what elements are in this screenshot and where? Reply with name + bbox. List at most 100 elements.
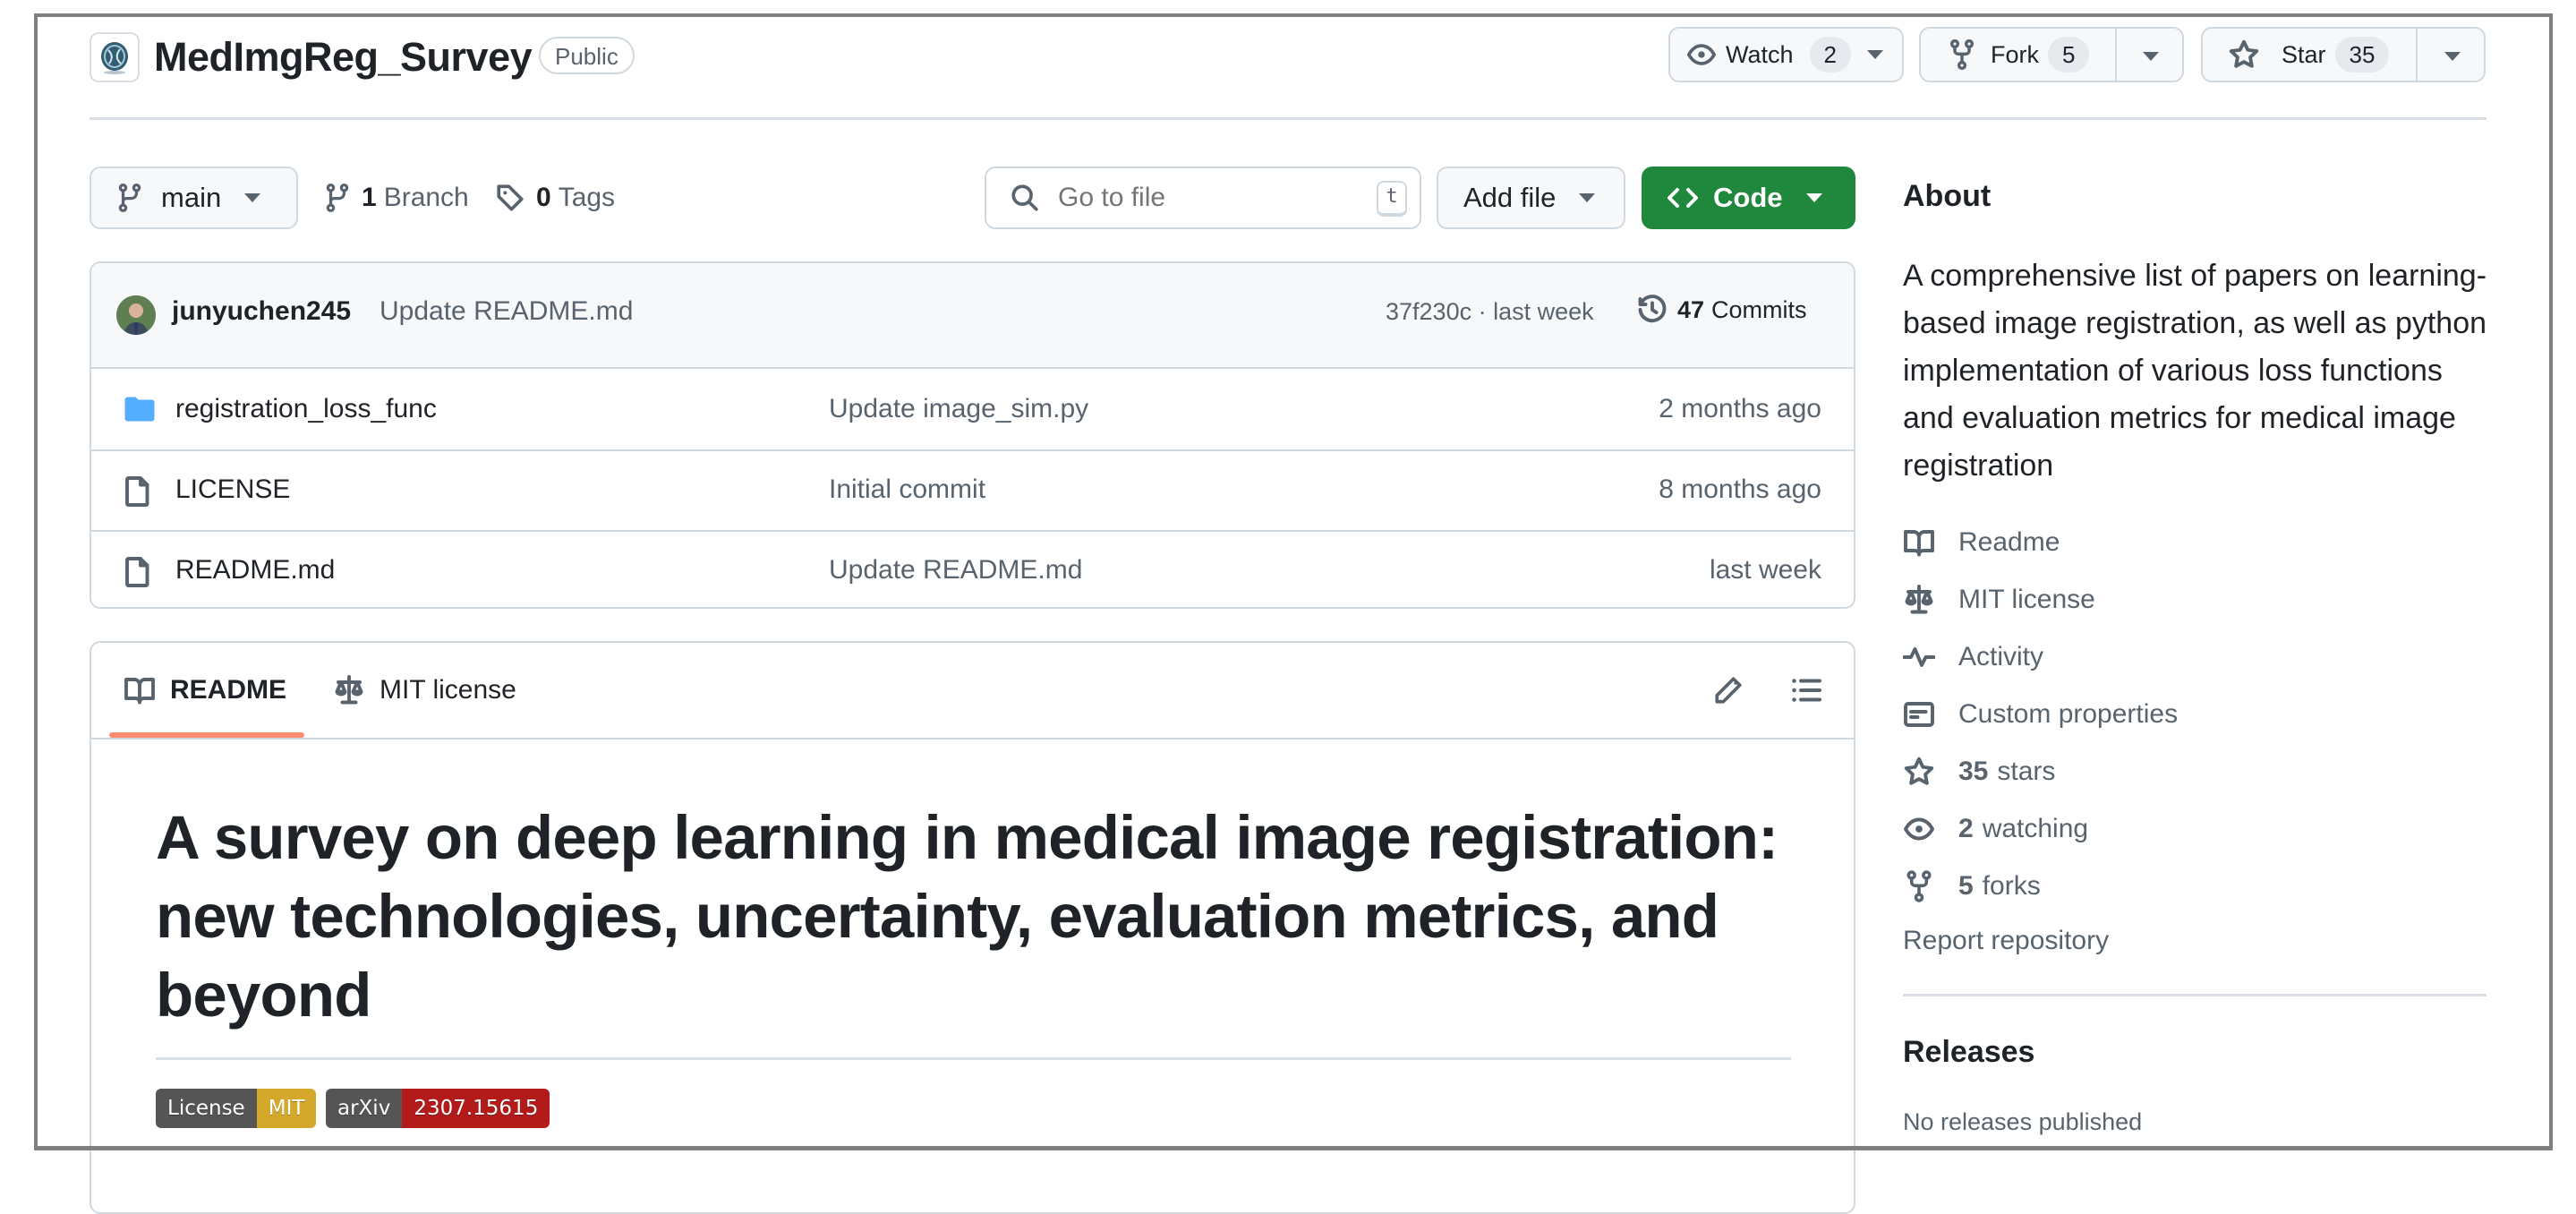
tab-readme-label: README bbox=[170, 675, 287, 705]
readme-panel: README MIT license A survey on deep lear… bbox=[90, 641, 1855, 1214]
file-row[interactable]: registration_loss_func Update image_sim.… bbox=[91, 369, 1854, 451]
sidebar-link-label: Activity bbox=[1958, 642, 2044, 671]
star-icon bbox=[2229, 39, 2259, 68]
badge-left-text: License bbox=[156, 1089, 257, 1128]
fork-icon bbox=[1949, 38, 1975, 71]
tab-mit-license[interactable]: MIT license bbox=[333, 643, 516, 738]
sidebar-divider bbox=[1903, 994, 2486, 996]
tab-license-label: MIT license bbox=[380, 675, 516, 705]
stars-count: 35 bbox=[1958, 757, 1989, 786]
file-commit-message[interactable]: Update README.md bbox=[829, 530, 1082, 607]
file-commit-message[interactable]: Update image_sim.py bbox=[829, 369, 1088, 449]
sidebar-link-custom-properties[interactable]: Custom properties bbox=[1903, 693, 2178, 736]
edit-pencil-icon[interactable] bbox=[1713, 675, 1744, 705]
sidebar-link-label: Readme bbox=[1958, 527, 2060, 557]
star-button[interactable]: Star 35 bbox=[2201, 27, 2486, 82]
keyboard-shortcut-hint: t bbox=[1377, 181, 1407, 217]
branches-label: Branch bbox=[383, 183, 469, 212]
folder-icon bbox=[124, 397, 155, 422]
law-icon bbox=[1905, 585, 1933, 614]
git-branch-icon bbox=[118, 184, 141, 212]
heading-divider bbox=[156, 1057, 1791, 1060]
fork-label: Fork bbox=[1991, 40, 2039, 68]
file-row[interactable]: README.md Update README.md last week bbox=[91, 530, 1854, 607]
header-divider bbox=[90, 117, 2486, 120]
file-age: last week bbox=[1709, 555, 1821, 585]
forks-count: 5 bbox=[1958, 871, 1974, 901]
sidebar-link-forks[interactable]: 5 forks bbox=[1903, 865, 2041, 908]
add-file-label: Add file bbox=[1463, 182, 1557, 213]
repo-owner-avatar[interactable] bbox=[90, 32, 140, 82]
commit-message[interactable]: Update README.md bbox=[380, 296, 633, 327]
go-to-file-search[interactable]: t bbox=[985, 167, 1421, 229]
commits-history-link[interactable]: 47 Commits bbox=[1636, 294, 1807, 326]
eye-icon bbox=[1904, 817, 1934, 841]
watchers-count: 2 bbox=[1958, 814, 1974, 843]
fork-button[interactable]: Fork 5 bbox=[1919, 27, 2184, 82]
author-avatar[interactable] bbox=[116, 295, 156, 335]
pulse-icon bbox=[1903, 647, 1935, 667]
outline-list-icon[interactable] bbox=[1790, 675, 1822, 705]
sidebar-link-readme[interactable]: Readme bbox=[1903, 521, 2060, 564]
about-heading: About bbox=[1903, 179, 1992, 213]
watch-label: Watch bbox=[1726, 40, 1794, 68]
tags-link[interactable]: 0 Tags bbox=[495, 175, 615, 220]
star-count: 35 bbox=[2334, 37, 2390, 73]
tags-label: Tags bbox=[558, 183, 616, 212]
branch-select-button[interactable]: main bbox=[90, 167, 298, 229]
badge-right-text: MIT bbox=[256, 1089, 317, 1128]
file-name[interactable]: README.md bbox=[175, 530, 335, 607]
releases-heading[interactable]: Releases bbox=[1903, 1035, 2034, 1070]
tab-readme[interactable]: README bbox=[124, 643, 286, 738]
commits-count: 47 bbox=[1677, 295, 1705, 323]
sidebar-link-license[interactable]: MIT license bbox=[1903, 578, 2095, 621]
visibility-badge: Public bbox=[539, 37, 635, 74]
go-to-file-input[interactable] bbox=[1056, 182, 1364, 214]
tags-count: 0 bbox=[536, 183, 551, 212]
sidebar-link-watchers[interactable]: 2 watching bbox=[1903, 808, 2088, 851]
branches-link[interactable]: 1 Branch bbox=[324, 175, 469, 220]
file-commit-message[interactable]: Initial commit bbox=[829, 449, 985, 530]
arxiv-badge[interactable]: arXiv 2307.15615 bbox=[326, 1089, 550, 1128]
add-file-button[interactable]: Add file bbox=[1437, 167, 1625, 229]
watch-button[interactable]: Watch 2 bbox=[1668, 27, 1904, 82]
star-label: Star bbox=[2282, 40, 2326, 68]
chevron-down-icon bbox=[1579, 193, 1596, 202]
search-icon bbox=[1011, 184, 1038, 211]
sidebar-link-label: watching bbox=[1982, 814, 2089, 843]
fork-count: 5 bbox=[2048, 37, 2090, 73]
file-name[interactable]: LICENSE bbox=[175, 449, 290, 530]
file-row[interactable]: LICENSE Initial commit 8 months ago bbox=[91, 449, 1854, 532]
sidebar-link-label: MIT license bbox=[1958, 585, 2095, 614]
star-dropdown-chevron-icon[interactable] bbox=[2444, 52, 2461, 61]
book-icon bbox=[1904, 530, 1934, 557]
fork-dropdown-chevron-icon[interactable] bbox=[2143, 52, 2159, 61]
file-name[interactable]: registration_loss_func bbox=[175, 369, 437, 449]
note-icon bbox=[1904, 702, 1934, 727]
watch-count: 2 bbox=[1809, 37, 1851, 73]
file-age: 8 months ago bbox=[1659, 474, 1821, 504]
commit-hash-time[interactable]: 37f230c · last week bbox=[1386, 298, 1594, 326]
sidebar-link-stars[interactable]: 35 stars bbox=[1903, 750, 2055, 793]
readme-heading: A survey on deep learning in medical ima… bbox=[156, 803, 1778, 1030]
history-icon bbox=[1638, 295, 1667, 323]
file-icon bbox=[125, 557, 149, 587]
license-badge[interactable]: License MIT bbox=[156, 1089, 317, 1128]
repo-description: A comprehensive list of papers on learni… bbox=[1903, 259, 2487, 483]
fork-icon bbox=[1906, 870, 1932, 902]
commit-author[interactable]: junyuchen245 bbox=[172, 296, 351, 327]
sidebar-link-label: forks bbox=[1982, 871, 2041, 901]
sidebar-link-activity[interactable]: Activity bbox=[1903, 636, 2043, 679]
report-repository-link[interactable]: Report repository bbox=[1903, 926, 2109, 956]
sidebar-link-label: Custom properties bbox=[1958, 699, 2179, 729]
code-button[interactable]: Code bbox=[1642, 167, 1855, 229]
badge-left-text: arXiv bbox=[326, 1089, 403, 1128]
code-icon bbox=[1668, 188, 1698, 208]
repo-name[interactable]: MedImgReg_Survey bbox=[154, 30, 533, 84]
active-tab-indicator bbox=[109, 732, 304, 738]
chevron-down-icon bbox=[1866, 50, 1883, 59]
chevron-down-icon bbox=[1805, 193, 1822, 202]
latest-commit-bar: junyuchen245 Update README.md 37f230c · … bbox=[91, 263, 1854, 369]
branches-count: 1 bbox=[362, 183, 377, 212]
commits-label: Commits bbox=[1711, 295, 1807, 323]
